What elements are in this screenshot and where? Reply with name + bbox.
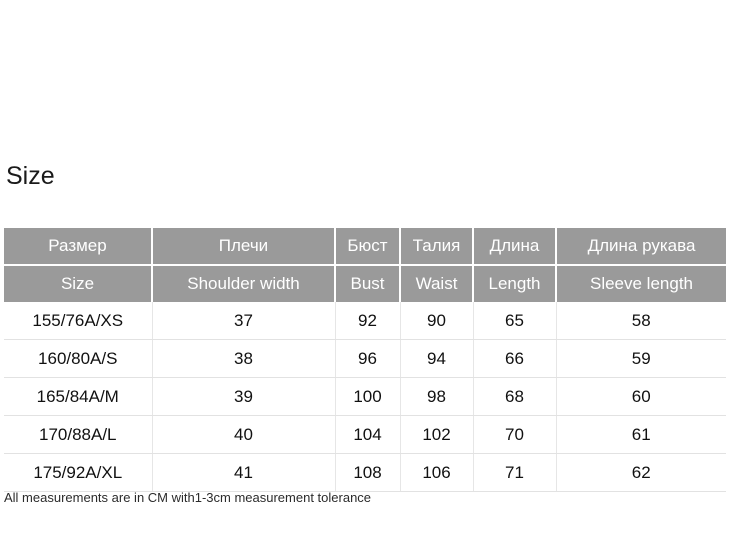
header-waist-ru: Талия [399,228,473,266]
header-sleeve-length-en: Sleeve length [555,265,726,302]
cell-waist: 94 [399,339,473,378]
table-row: 165/84A/M 39 100 98 68 60 [4,377,726,416]
cell-bust: 104 [334,415,400,454]
table-header: Размер Плечи Бюст Талия Длина Длина рука… [4,228,726,302]
header-shoulder-en: Shoulder width [151,265,335,302]
cell-length: 68 [472,377,556,416]
cell-size: 155/76A/XS [4,302,152,340]
header-row-russian: Размер Плечи Бюст Талия Длина Длина рука… [4,228,726,266]
cell-length: 65 [472,302,556,340]
header-size-ru: Размер [4,228,152,266]
cell-sleeve-length: 59 [555,339,726,378]
table-row: 155/76A/XS 37 92 90 65 58 [4,302,726,340]
cell-waist: 90 [399,302,473,340]
header-bust-ru: Бюст [334,228,400,266]
cell-size: 160/80A/S [4,339,152,378]
cell-sleeve-length: 58 [555,302,726,340]
cell-length: 66 [472,339,556,378]
cell-length: 71 [472,453,556,492]
table-row: 170/88A/L 40 104 102 70 61 [4,415,726,454]
cell-waist: 102 [399,415,473,454]
header-length-en: Length [472,265,556,302]
cell-bust: 92 [334,302,400,340]
cell-shoulder: 40 [151,415,335,454]
cell-sleeve-length: 62 [555,453,726,492]
cell-waist: 106 [399,453,473,492]
header-row-english: Size Shoulder width Bust Waist Length Sl… [4,265,726,302]
cell-sleeve-length: 60 [555,377,726,416]
header-length-ru: Длина [472,228,556,266]
size-chart-table: Размер Плечи Бюст Талия Длина Длина рука… [4,228,726,492]
table-row: 160/80A/S 38 96 94 66 59 [4,339,726,378]
cell-shoulder: 38 [151,339,335,378]
header-sleeve-length-ru: Длина рукава [555,228,726,266]
cell-size: 170/88A/L [4,415,152,454]
cell-bust: 108 [334,453,400,492]
page-title: Size [6,162,55,190]
cell-shoulder: 41 [151,453,335,492]
cell-bust: 96 [334,339,400,378]
measurement-tolerance-note: All measurements are in CM with1-3cm mea… [4,490,372,505]
cell-shoulder: 37 [151,302,335,340]
table-body: 155/76A/XS 37 92 90 65 58 160/80A/S 38 9… [4,302,726,492]
cell-sleeve-length: 61 [555,415,726,454]
size-chart-page: Size Размер Плечи Бюст Талия Длина Длина… [0,0,730,543]
cell-waist: 98 [399,377,473,416]
cell-length: 70 [472,415,556,454]
table-row: 175/92A/XL 41 108 106 71 62 [4,453,726,492]
header-shoulder-ru: Плечи [151,228,335,266]
header-waist-en: Waist [399,265,473,302]
cell-shoulder: 39 [151,377,335,416]
header-bust-en: Bust [334,265,400,302]
cell-size: 165/84A/M [4,377,152,416]
cell-bust: 100 [334,377,400,416]
header-size-en: Size [4,265,152,302]
cell-size: 175/92A/XL [4,453,152,492]
